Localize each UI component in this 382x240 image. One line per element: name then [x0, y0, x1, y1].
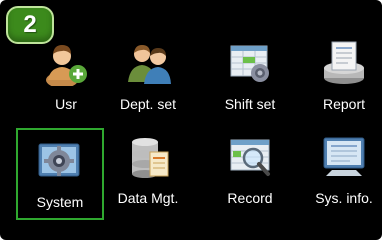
- menu-item-record[interactable]: Record: [208, 128, 292, 216]
- database-icon: [126, 134, 172, 180]
- menu-item-dept-set[interactable]: Dept. set: [106, 34, 190, 122]
- shift-schedule-icon: [228, 40, 274, 86]
- menu-item-label: Shift set: [224, 96, 276, 112]
- system-info-icon: [322, 134, 368, 180]
- menu-item-system[interactable]: System: [16, 128, 104, 220]
- system-settings-icon: [36, 138, 82, 184]
- record-search-icon: [228, 134, 274, 180]
- menu-item-label: Report: [322, 96, 366, 112]
- department-icon: [126, 40, 172, 86]
- device-screen: 2 Usr Dept. set Shift set Report System …: [0, 0, 382, 240]
- menu-item-label: Data Mgt.: [117, 190, 179, 206]
- add-user-icon: [44, 40, 90, 86]
- report-icon: [322, 40, 368, 86]
- menu-item-report[interactable]: Report: [302, 34, 382, 122]
- menu-item-label: Record: [227, 190, 273, 206]
- menu-item-label: Dept. set: [119, 96, 177, 112]
- menu-item-usr[interactable]: Usr: [24, 34, 108, 122]
- menu-item-shift-set[interactable]: Shift set: [208, 34, 292, 122]
- menu-item-data-mgt[interactable]: Data Mgt.: [106, 128, 190, 216]
- menu-item-sys-info[interactable]: Sys. info.: [302, 128, 382, 216]
- menu-item-label: System: [36, 194, 84, 210]
- menu-item-label: Sys. info.: [315, 190, 373, 206]
